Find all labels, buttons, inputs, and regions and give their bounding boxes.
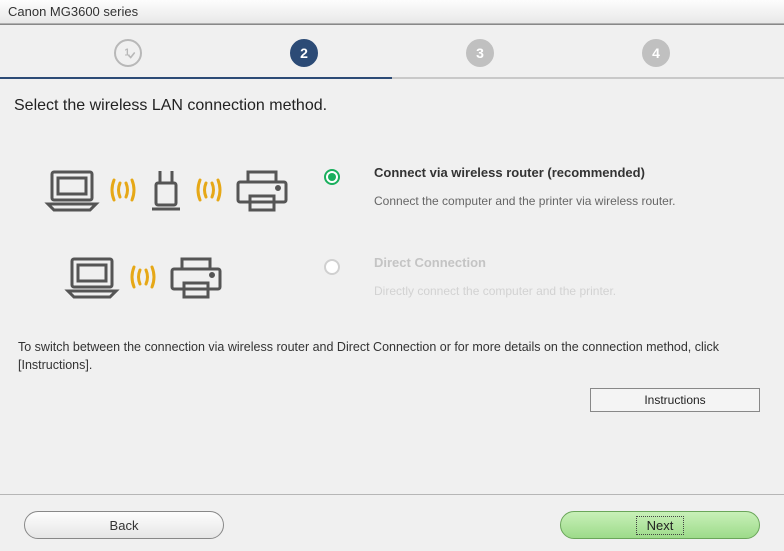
laptop-icon xyxy=(44,168,100,212)
step-4-label: 4 xyxy=(652,45,660,61)
step-1-done: 1 xyxy=(114,39,142,67)
step-3-label: 3 xyxy=(476,45,484,61)
router-title: Connect via wireless router (recommended… xyxy=(374,165,750,180)
direct-desc: Directly connect the computer and the pr… xyxy=(374,284,750,298)
router-radio[interactable] xyxy=(324,169,340,185)
direct-graphic xyxy=(44,255,294,299)
router-desc: Connect the computer and the printer via… xyxy=(374,194,750,208)
direct-text: Direct Connection Directly connect the c… xyxy=(374,255,750,298)
next-button[interactable]: Next xyxy=(560,511,760,539)
router-radio-col xyxy=(324,165,344,190)
progress-bar xyxy=(0,77,784,79)
page-heading: Select the wireless LAN connection metho… xyxy=(14,97,770,115)
router-text: Connect via wireless router (recommended… xyxy=(374,165,750,208)
hint-text: To switch between the connection via wir… xyxy=(14,339,770,374)
printer-icon xyxy=(166,255,226,299)
option-wireless-router[interactable]: Connect via wireless router (recommended… xyxy=(44,165,750,215)
laptop-icon xyxy=(64,255,120,299)
window-titlebar: Canon MG3600 series xyxy=(0,0,784,24)
direct-title: Direct Connection xyxy=(374,255,750,270)
direct-radio xyxy=(324,259,340,275)
step-done-icon: 1 xyxy=(119,44,137,62)
step-indicator: 1 2 3 4 xyxy=(0,25,784,77)
footer-nav: Back Next xyxy=(0,494,784,551)
content-area: Select the wireless LAN connection metho… xyxy=(0,79,784,412)
options-list: Connect via wireless router (recommended… xyxy=(14,165,770,299)
direct-radio-col xyxy=(324,255,344,280)
instructions-button[interactable]: Instructions xyxy=(590,388,760,412)
option-direct-connection: Direct Connection Directly connect the c… xyxy=(44,255,750,299)
step-2-active: 2 xyxy=(290,39,318,67)
router-graphic xyxy=(44,165,294,215)
step-3: 3 xyxy=(466,39,494,67)
wifi-icon xyxy=(194,170,224,210)
back-button[interactable]: Back xyxy=(24,511,224,539)
wifi-icon xyxy=(108,170,138,210)
window-title: Canon MG3600 series xyxy=(8,4,138,19)
instructions-row: Instructions xyxy=(14,374,770,412)
step-4: 4 xyxy=(642,39,670,67)
next-label: Next xyxy=(637,517,684,534)
printer-icon xyxy=(232,168,292,212)
step-2-label: 2 xyxy=(300,45,308,61)
wifi-icon xyxy=(128,257,158,297)
router-icon xyxy=(146,165,186,215)
